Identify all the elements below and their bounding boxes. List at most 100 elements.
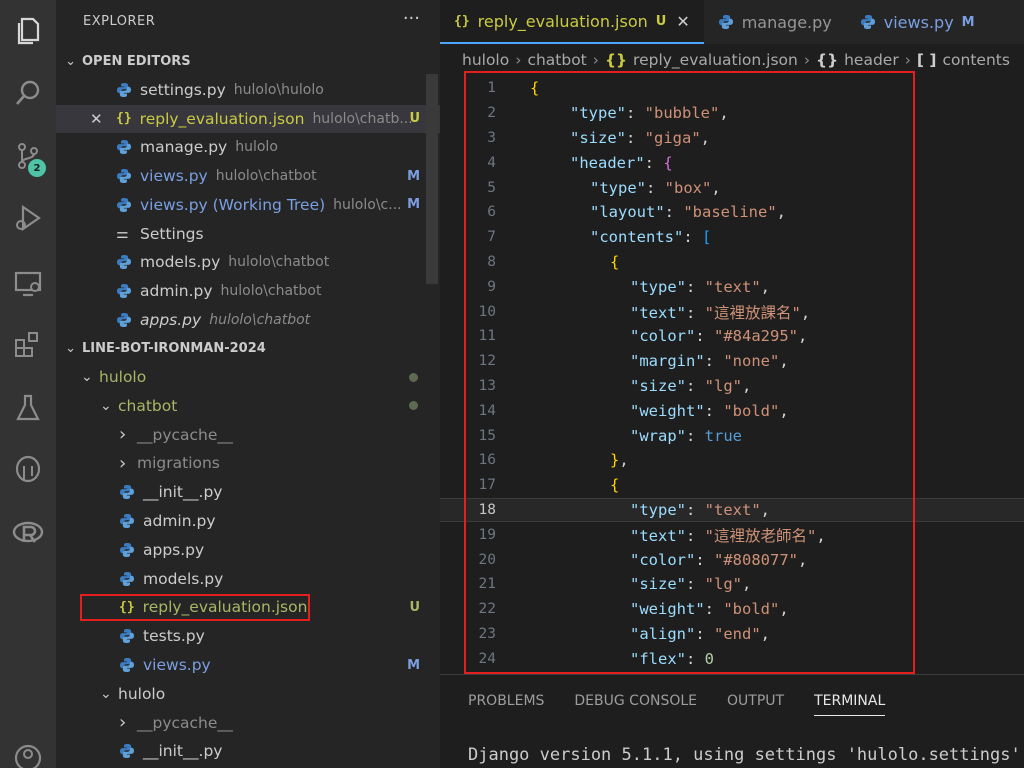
account-button[interactable] [0,735,56,768]
project-label: LINE-BOT-IRONMAN-2024 [82,340,266,356]
close-icon[interactable]: ✕ [56,110,116,128]
modified-dot [409,401,418,411]
file-name: hulolo [99,368,147,386]
file-item[interactable]: tests.py [56,622,440,650]
tab-reply-evaluation-json[interactable]: {} reply_evaluation.json U ✕ [440,0,704,44]
python-icon [117,169,131,184]
file-name: reply_evaluation.json [139,109,305,128]
modified-dot [409,372,418,382]
open-editor-item[interactable]: settings.py hulolo\hulolo [56,76,440,104]
source-control-button[interactable]: 2 [0,133,56,179]
python-icon [120,542,134,557]
python-icon [117,312,131,327]
explorer-button[interactable] [0,8,56,54]
open-editors-label: OPEN EDITORS [82,53,191,69]
breadcrumb-item[interactable]: header [844,51,899,69]
open-editor-item[interactable]: ✕{} reply_evaluation.json hulolo\chatb... U [56,104,440,133]
breadcrumb-item[interactable]: contents [943,51,1010,69]
panel-tab-problems[interactable]: PROBLEMS [468,693,544,716]
folder-item[interactable]: › __pycache__ [56,421,440,449]
explorer-title: EXPLORER [83,14,156,29]
python-icon [117,255,131,270]
file-name: models.py [143,569,224,588]
postgresql-icon [15,455,41,483]
open-editor-item[interactable]: manage.py hulolo [56,133,440,161]
file-path: hulolo\chatbot [209,311,311,328]
tab-manage-py[interactable]: manage.py [703,0,846,44]
chevron-down-icon: ⌄ [100,397,112,414]
file-name: manage.py [140,138,228,157]
chevron-down-icon: ⌄ [81,369,93,385]
source-control-badge: 2 [28,159,46,177]
search-button[interactable] [0,70,56,116]
folder-item[interactable]: ⌄ hulolo [56,680,440,708]
chevron-down-icon: ⌄ [65,53,76,69]
highlight-box [464,71,915,674]
git-status-badge: M [407,657,420,673]
open-editor-item[interactable]: models.py hulolo\chatbot [56,248,440,276]
extensions-button[interactable] [0,322,56,368]
git-status-badge: M [407,197,420,213]
open-editor-item[interactable]: views.py (Working Tree) hulolo\c... M [56,191,440,219]
run-debug-icon [16,204,41,232]
search-icon [16,80,40,105]
remote-explorer-icon [14,271,42,297]
project-header[interactable]: ⌄ LINE-BOT-IRONMAN-2024 [56,335,440,361]
open-editor-item[interactable]: views.py hulolo\chatbot M [56,162,440,190]
python-icon [117,83,131,97]
close-icon[interactable]: ✕ [676,12,689,31]
activity-bar: 2 [0,0,56,768]
chevron-right-icon: › [515,51,522,69]
chevron-right-icon: › [904,51,911,69]
git-status-badge: M [407,168,420,184]
panel-tab-terminal[interactable]: TERMINAL [814,693,886,716]
testing-button[interactable] [0,385,56,431]
open-editor-item[interactable]: admin.py hulolo\chatbot [56,277,440,305]
run-debug-button[interactable] [0,195,56,241]
panel-tab-debug-console[interactable]: DEBUG CONSOLE [574,693,697,716]
breadcrumb-item[interactable]: reply_evaluation.json [633,51,798,69]
json-array-icon: [ ] [916,51,937,69]
explorer-icon [17,17,40,45]
tab-label: reply_evaluation.json [477,12,648,31]
terminal-output[interactable]: Django version 5.1.1, using settings 'hu… [468,745,1021,765]
r-language-button[interactable] [0,510,56,556]
file-path: hulolo\hulolo [233,82,324,98]
python-icon [120,514,134,528]
postgresql-button[interactable] [0,448,56,494]
file-item[interactable]: __init__.py [56,737,440,765]
file-name: tests.py [143,627,205,646]
tab-views-py[interactable]: views.py M [845,0,989,44]
folder-item[interactable]: ⌄ chatbot [56,392,440,420]
file-item[interactable]: __init__.py [56,478,440,506]
panel-tab-output[interactable]: OUTPUT [727,693,784,716]
open-editor-item[interactable]: apps.py hulolo\chatbot [56,306,440,334]
file-item[interactable]: models.py [56,565,440,593]
file-name: apps.py [143,540,205,559]
file-name: admin.py [140,281,213,300]
folder-item[interactable]: ⌄ hulolo [56,363,440,391]
editor-tabs: {} reply_evaluation.json U ✕ manage.py views.… [440,0,1024,44]
extensions-icon [15,332,38,357]
open-editor-item[interactable]: ⚌ Settings [56,220,440,248]
chevron-down-icon: ⌄ [100,685,112,702]
chevron-right-icon: › [119,424,127,446]
python-icon [117,283,131,298]
folder-item[interactable]: › __pycache__ [56,709,440,737]
folder-item[interactable]: › migrations [56,449,440,477]
file-path: hulolo\chatbot [228,254,330,271]
chevron-right-icon: › [119,712,127,734]
file-item[interactable]: views.py M [56,651,440,679]
sidebar-scrollbar[interactable] [426,74,438,284]
more-actions-icon[interactable]: ··· [403,8,420,29]
remote-explorer-button[interactable] [0,260,56,306]
file-name: models.py [140,253,221,272]
breadcrumb-item[interactable]: hulolo [462,51,509,69]
file-item[interactable]: apps.py [56,536,440,564]
file-item[interactable]: admin.py [56,507,440,535]
breadcrumb-item[interactable]: chatbot [527,51,586,69]
open-editors-header[interactable]: ⌄ OPEN EDITORS [56,48,440,74]
settings-icon: ⚌ [116,225,129,242]
file-name: views.py (Working Tree) [140,195,326,214]
file-path: hulolo\chatb... [312,110,413,127]
